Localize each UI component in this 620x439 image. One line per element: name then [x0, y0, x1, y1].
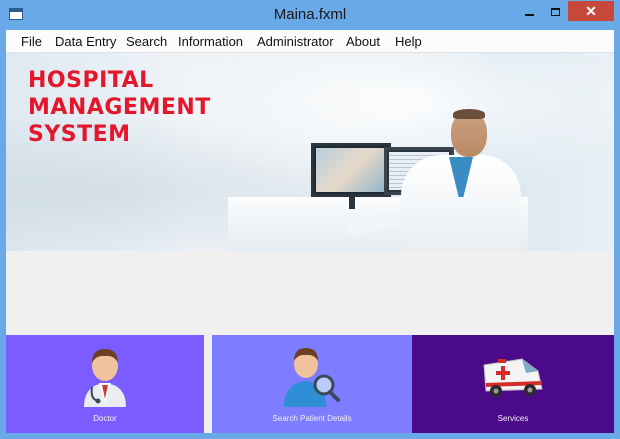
menu-data-entry[interactable]: Data Entry [55, 34, 116, 49]
app-window: Maina.fxml ✕ File Data Entry Search Info… [0, 0, 620, 439]
menu-file[interactable]: File [21, 34, 42, 49]
ambulance-icon [478, 355, 548, 406]
menu-search[interactable]: Search [126, 34, 167, 49]
menu-help[interactable]: Help [395, 34, 422, 49]
doctor-tile-label: Doctor [93, 414, 117, 423]
close-button[interactable]: ✕ [568, 1, 614, 21]
close-icon: ✕ [585, 3, 597, 19]
menu-bar: File Data Entry Search Information Admin… [6, 30, 614, 53]
client-area: File Data Entry Search Information Admin… [6, 30, 614, 433]
banner-title: HOSPITAL MANAGEMENT SYSTEM [28, 68, 211, 147]
doctor-icon [78, 341, 132, 412]
services-tile-label: Services [497, 414, 529, 423]
monitor-illustration [311, 143, 391, 197]
minimize-button[interactable] [516, 1, 542, 21]
search-patient-icon [280, 341, 344, 412]
menu-information[interactable]: Information [178, 34, 243, 49]
doctor-tile[interactable]: Doctor [6, 335, 204, 433]
maximize-icon [550, 7, 560, 16]
maximize-button[interactable] [542, 1, 568, 21]
search-patient-tile[interactable]: Search Patient Details [212, 335, 412, 433]
minimize-icon [524, 13, 534, 16]
menu-about[interactable]: About [346, 34, 380, 49]
banner-image: HOSPITAL MANAGEMENT SYSTEM [6, 53, 614, 251]
search-patient-tile-label: Search Patient Details [272, 414, 352, 423]
title-bar[interactable]: Maina.fxml ✕ [0, 0, 620, 30]
menu-administrator[interactable]: Administrator [257, 34, 334, 49]
services-tile[interactable]: Services [412, 335, 614, 433]
